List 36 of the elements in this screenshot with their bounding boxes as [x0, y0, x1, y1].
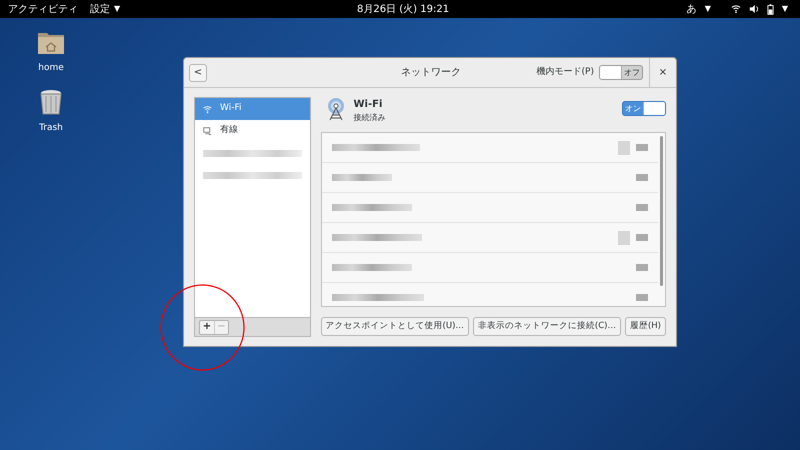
blurred-icon	[636, 294, 648, 301]
app-menu[interactable]: 設定	[90, 2, 110, 16]
wifi-title: Wi-Fi	[354, 98, 384, 112]
blurred-icon	[636, 264, 648, 271]
blurred-icon	[636, 174, 648, 181]
connection-status: 接続済み	[354, 112, 386, 124]
action-button[interactable]: アクセスポイントとして使用(U)…	[320, 317, 469, 336]
airplane-mode-label: 機内モード(P)	[536, 66, 594, 79]
blurred-icon	[636, 204, 648, 211]
action-button[interactable]: 履歴(H)	[624, 317, 666, 336]
blurred-icon	[636, 144, 648, 151]
computer-icon	[203, 126, 212, 136]
close-button[interactable]: ×	[650, 65, 676, 80]
volume-icon	[748, 4, 759, 14]
blurred-icon	[618, 230, 630, 244]
battery-icon	[766, 4, 774, 14]
back-button[interactable]: <	[189, 64, 207, 82]
wifi-icon	[730, 4, 741, 14]
caret-icon: ▼	[704, 3, 711, 15]
icon-label: Trash	[39, 122, 63, 134]
caret-icon: ▼	[782, 3, 788, 15]
clock[interactable]: 8月26日 (火) 19:21	[357, 2, 450, 16]
blurred-icon	[636, 234, 648, 241]
airplane-mode-switch[interactable]: オフ	[599, 65, 643, 80]
action-button[interactable]: 非表示のネットワークに接続(C)…	[472, 317, 621, 336]
blurred-icon	[618, 140, 630, 154]
window-title: ネットワーク	[401, 66, 461, 80]
scrollbar[interactable]	[660, 136, 663, 286]
input-method[interactable]: あ	[686, 2, 697, 16]
add-button[interactable]: +	[200, 320, 214, 334]
caret-icon: ▼	[114, 3, 120, 15]
activities-button[interactable]: アクティビティ	[8, 2, 78, 16]
blurred-text	[332, 174, 392, 181]
icon-label: home	[38, 62, 64, 75]
sidebar-item[interactable]: 有線	[195, 120, 310, 142]
wifi-icon	[203, 104, 212, 114]
